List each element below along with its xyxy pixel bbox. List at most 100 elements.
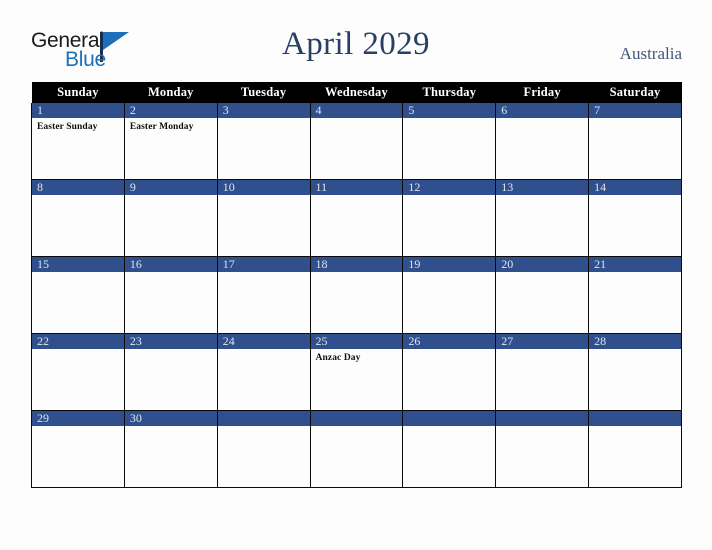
calendar-header-row: Sunday Monday Tuesday Wednesday Thursday…	[31, 82, 682, 103]
calendar-day-cell[interactable]: 25 Anzac Day	[309, 333, 404, 411]
calendar-day-cell[interactable]: 8	[31, 179, 125, 257]
calendar-day-cell[interactable]: 10	[216, 179, 311, 257]
day-number: 5	[403, 103, 496, 118]
day-events	[32, 195, 124, 254]
calendar-day-cell[interactable]	[309, 410, 404, 488]
day-number: 8	[32, 180, 124, 195]
day-events	[125, 272, 217, 331]
day-events	[218, 426, 310, 485]
calendar-day-cell[interactable]: 30	[123, 410, 218, 488]
weekday-header-saturday: Saturday	[588, 82, 682, 103]
day-number: 3	[217, 103, 310, 118]
day-number: 26	[403, 334, 496, 349]
day-events	[589, 426, 681, 485]
day-number: 6	[496, 103, 589, 118]
calendar-day-cell[interactable]: 28	[588, 333, 682, 411]
day-number: 29	[32, 411, 124, 426]
day-number: 18	[310, 257, 403, 272]
day-events	[403, 118, 495, 177]
day-number	[589, 411, 681, 426]
day-number: 14	[589, 180, 681, 195]
calendar-day-cell[interactable]: 15	[31, 256, 125, 334]
calendar-week-row: 22 23 24 25 Anzac Day 26 27 28	[31, 333, 682, 411]
day-events	[125, 349, 217, 408]
weekday-header-thursday: Thursday	[402, 82, 496, 103]
holiday-label: Easter Sunday	[37, 122, 98, 132]
calendar-week-row: 8 9 10 11 12 13 14	[31, 179, 682, 257]
calendar-day-cell[interactable]: 14	[588, 179, 682, 257]
day-events	[496, 195, 588, 254]
calendar-day-cell[interactable]: 29	[31, 410, 125, 488]
day-number	[496, 411, 589, 426]
day-number: 15	[32, 257, 124, 272]
calendar-day-cell[interactable]	[216, 410, 311, 488]
calendar-day-cell[interactable]: 23	[123, 333, 218, 411]
calendar-week-row: 29 30	[31, 410, 682, 488]
weekday-header-wednesday: Wednesday	[310, 82, 403, 103]
day-number: 4	[310, 103, 403, 118]
calendar-day-cell[interactable]: 18	[309, 256, 404, 334]
calendar-day-cell[interactable]: 4	[309, 103, 404, 180]
calendar-week-row: 15 16 17 18 19 20 21	[31, 256, 682, 334]
day-events	[311, 272, 403, 331]
day-events	[589, 118, 681, 177]
calendar-day-cell[interactable]: 16	[123, 256, 218, 334]
day-number: 19	[403, 257, 496, 272]
day-number: 13	[496, 180, 589, 195]
day-number: 30	[124, 411, 217, 426]
day-number: 23	[124, 334, 217, 349]
calendar-day-cell[interactable]: 11	[309, 179, 404, 257]
calendar-day-cell[interactable]: 9	[123, 179, 218, 257]
calendar-day-cell[interactable]: 27	[495, 333, 590, 411]
calendar-day-cell[interactable]	[588, 410, 682, 488]
calendar-week-row: 1 Easter Sunday 2 Easter Monday 3 4 5 6 7	[31, 103, 682, 180]
day-events	[496, 349, 588, 408]
calendar-day-cell[interactable]: 20	[495, 256, 590, 334]
calendar-day-cell[interactable]: 7	[588, 103, 682, 180]
day-number: 9	[124, 180, 217, 195]
day-number: 11	[310, 180, 403, 195]
day-events	[218, 118, 310, 177]
calendar-day-cell[interactable]: 13	[495, 179, 590, 257]
day-number: 10	[217, 180, 310, 195]
calendar-grid: Sunday Monday Tuesday Wednesday Thursday…	[31, 82, 682, 488]
calendar-day-cell[interactable]: 24	[216, 333, 311, 411]
day-number	[217, 411, 310, 426]
holiday-label: Anzac Day	[315, 353, 361, 363]
calendar-day-cell[interactable]: 5	[402, 103, 497, 180]
day-events	[589, 349, 681, 408]
day-events	[311, 118, 403, 177]
calendar-day-cell[interactable]: 22	[31, 333, 125, 411]
day-events	[589, 272, 681, 331]
calendar-day-cell[interactable]	[495, 410, 590, 488]
weekday-header-tuesday: Tuesday	[217, 82, 311, 103]
day-events	[496, 118, 588, 177]
holiday-label: Easter Monday	[129, 122, 194, 132]
calendar-day-cell[interactable]: 1 Easter Sunday	[31, 103, 125, 180]
calendar-day-cell[interactable]: 17	[216, 256, 311, 334]
country-label: Australia	[619, 44, 682, 63]
calendar-day-cell[interactable]: 2 Easter Monday	[123, 103, 218, 180]
day-events	[496, 272, 588, 331]
weekday-header-monday: Monday	[124, 82, 218, 103]
day-number	[403, 411, 496, 426]
calendar-day-cell[interactable]: 21	[588, 256, 682, 334]
page-title: April 2029	[282, 26, 430, 62]
calendar-day-cell[interactable]: 12	[402, 179, 497, 257]
day-events	[218, 272, 310, 331]
day-number: 20	[496, 257, 589, 272]
calendar-day-cell[interactable]: 19	[402, 256, 497, 334]
day-number	[310, 411, 403, 426]
day-number: 22	[32, 334, 124, 349]
day-events	[403, 426, 495, 485]
day-events: Anzac Day	[311, 349, 403, 408]
day-number: 24	[217, 334, 310, 349]
day-events	[403, 195, 495, 254]
day-events	[403, 349, 495, 408]
calendar-day-cell[interactable]	[402, 410, 497, 488]
calendar-day-cell[interactable]: 6	[495, 103, 590, 180]
calendar-day-cell[interactable]: 26	[402, 333, 497, 411]
calendar-day-cell[interactable]: 3	[216, 103, 311, 180]
day-number: 2	[124, 103, 217, 118]
day-number: 27	[496, 334, 589, 349]
